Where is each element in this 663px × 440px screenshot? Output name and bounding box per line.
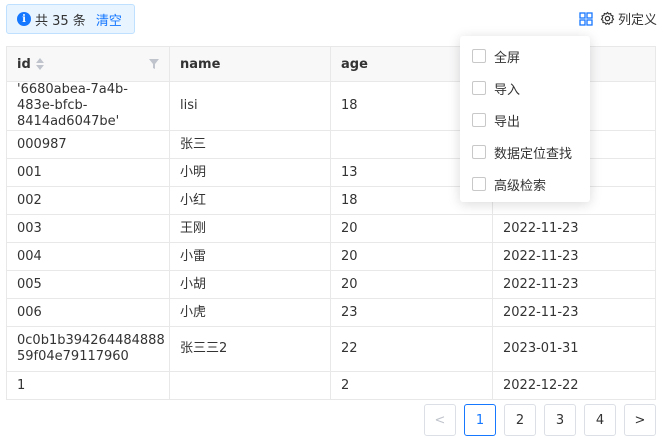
menu-item-fullscreen[interactable]: 全屏 (460, 40, 590, 72)
cell-date: 2022-11-23 (492, 298, 656, 327)
cell-date: 2022-11-23 (492, 214, 656, 243)
table-row[interactable]: 0c0b1b394264484888 59f04e79117960 张三三2 2… (6, 326, 656, 372)
cell-date: 2022-12-22 (492, 371, 656, 400)
page-button[interactable]: 2 (504, 404, 536, 436)
table-row[interactable]: 006 小虎 23 2022-11-23 (6, 298, 656, 327)
pagination: < 1 2 3 4 > (416, 404, 656, 436)
cell-age: 23 (330, 298, 493, 327)
cell-date: 2022-11-23 (492, 270, 656, 299)
cell-name: 小胡 (169, 270, 331, 299)
cell-name: 小红 (169, 186, 331, 215)
toolbar-dropdown-menu: 全屏 导入 导出 数据定位查找 高级检索 (460, 36, 590, 202)
cell-date: 2023-01-31 (492, 326, 656, 372)
cell-id: 000987 (6, 130, 170, 159)
menu-item-advanced-search[interactable]: 高级检索 (460, 168, 590, 200)
page-button[interactable]: 3 (544, 404, 576, 436)
cell-name: 小明 (169, 158, 331, 187)
column-settings-label: 列定义 (617, 13, 657, 28)
cell-name: 小虎 (169, 298, 331, 327)
table-toolbar: 列定义 (578, 9, 657, 28)
table-row[interactable]: 1 2 2022-12-22 (6, 371, 656, 400)
table-row[interactable]: 005 小胡 20 2022-11-23 (6, 270, 656, 299)
prev-page-button[interactable]: < (424, 404, 456, 436)
cell-id: 002 (6, 186, 170, 215)
gear-icon (600, 11, 615, 25)
page-button[interactable]: 4 (584, 404, 616, 436)
cell-name: 张三三2 (169, 326, 331, 372)
cell-name (169, 371, 331, 400)
cell-name: 张三 (169, 130, 331, 159)
clear-link[interactable]: 清空 (96, 10, 122, 29)
menu-item-import[interactable]: 导入 (460, 72, 590, 104)
cell-id: 005 (6, 270, 170, 299)
cell-name: 王刚 (169, 214, 331, 243)
chevron-right-icon: > (634, 412, 646, 428)
cell-id: '6680abea-7a4b-483e-bfcb-8414ad6047be' (6, 81, 170, 131)
cell-id: 003 (6, 214, 170, 243)
cell-name: 小雷 (169, 242, 331, 271)
cell-id: 001 (6, 158, 170, 187)
cell-id: 1 (6, 371, 170, 400)
layout-icon[interactable] (578, 11, 594, 27)
checkbox[interactable] (472, 49, 486, 63)
column-header-name[interactable]: name (169, 46, 331, 82)
info-icon: i (17, 12, 31, 26)
table-row[interactable]: 003 王刚 20 2022-11-23 (6, 214, 656, 243)
menu-item-export[interactable]: 导出 (460, 104, 590, 136)
cell-id: 004 (6, 242, 170, 271)
menu-item-label: 高级检索 (494, 178, 547, 194)
menu-item-locate[interactable]: 数据定位查找 (460, 136, 590, 168)
checkbox[interactable] (472, 113, 486, 127)
column-header-label: name (180, 56, 221, 72)
checkbox[interactable] (472, 81, 486, 95)
column-settings-button[interactable]: 列定义 (600, 9, 657, 28)
cell-age: 20 (330, 214, 493, 243)
cell-id: 006 (6, 298, 170, 327)
column-header-label: age (341, 56, 368, 72)
checkbox[interactable] (472, 177, 486, 191)
table-row[interactable]: 004 小雷 20 2022-11-23 (6, 242, 656, 271)
menu-item-label: 全屏 (494, 50, 521, 66)
menu-item-label: 数据定位查找 (494, 146, 573, 162)
next-page-button[interactable]: > (624, 404, 656, 436)
filter-icon[interactable] (149, 59, 159, 69)
column-header-label: id (17, 56, 31, 72)
checkbox[interactable] (472, 145, 486, 159)
cell-age: 20 (330, 270, 493, 299)
cell-id: 0c0b1b394264484888 59f04e79117960 (6, 326, 170, 372)
menu-item-label: 导入 (494, 82, 521, 98)
page-button[interactable]: 1 (464, 404, 496, 436)
column-header-id[interactable]: id (6, 46, 170, 82)
sort-icon[interactable] (35, 58, 44, 70)
cell-date: 2022-11-23 (492, 242, 656, 271)
cell-age: 22 (330, 326, 493, 372)
total-count-text: 共 35 条 (35, 13, 86, 29)
total-count-alert: i 共 35 条 清空 (6, 4, 135, 34)
menu-item-label: 导出 (494, 114, 521, 130)
cell-age: 2 (330, 371, 493, 400)
cell-name: lisi (169, 81, 331, 131)
chevron-left-icon: < (434, 412, 446, 428)
cell-age: 20 (330, 242, 493, 271)
